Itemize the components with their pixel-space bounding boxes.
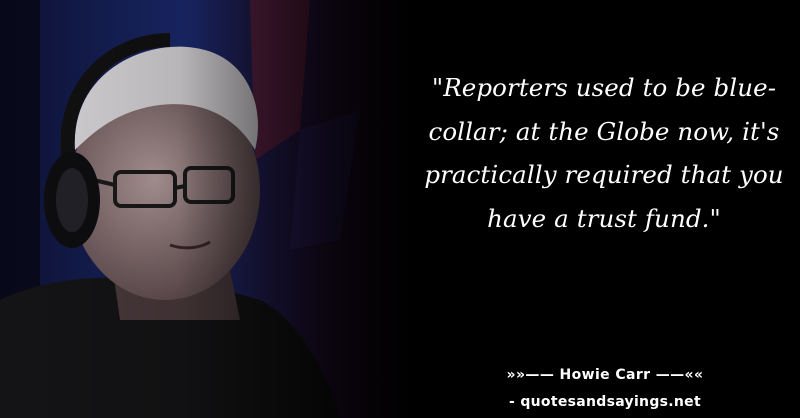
site-credit: - quotesandsayings.net [509,394,701,410]
author-attribution: »»—— Howie Carr ——«« [506,367,704,383]
quote-text: "Reporters used to be blue-collar; at th… [424,73,784,233]
quote-card: "Reporters used to be blue-collar; at th… [0,0,800,418]
